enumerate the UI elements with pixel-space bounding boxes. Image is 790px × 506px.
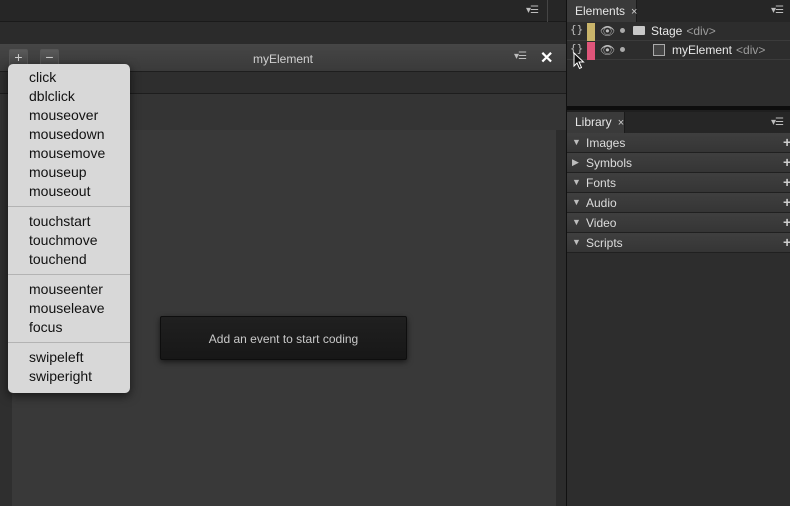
scrollbar[interactable] <box>556 130 566 506</box>
library-tabbar: Library × ▾☰ <box>567 112 790 133</box>
menu-item-event[interactable]: touchstart <box>29 212 90 231</box>
library-section-label: Video <box>586 216 617 230</box>
triangle-down-icon[interactable]: ▼ <box>572 237 581 247</box>
element-tag: <div> <box>736 43 766 57</box>
library-section-label: Symbols <box>586 156 633 170</box>
elements-tabbar: Elements × ▾☰ <box>567 0 790 22</box>
library-section-audio[interactable]: ▼ Audio + <box>567 193 790 213</box>
menu-item-event[interactable]: dblclick <box>29 87 75 106</box>
menu-item-event[interactable]: touchmove <box>29 231 97 250</box>
right-panel-column: Elements × ▾☰ {} 👁 Stage <div> {} 👁 myElem… <box>566 0 790 506</box>
menu-item-event[interactable]: mouseenter <box>29 280 103 299</box>
element-row-stage[interactable]: {} 👁 Stage <div> <box>567 22 790 41</box>
triangle-down-icon[interactable]: ▼ <box>572 217 581 227</box>
library-section-label: Scripts <box>586 236 623 250</box>
tab-elements[interactable]: Elements × <box>567 0 637 22</box>
element-color-swatch <box>587 42 595 60</box>
folder-icon <box>633 26 645 35</box>
panel-menu-icon[interactable]: ▾☰ <box>771 6 784 16</box>
triangle-down-icon[interactable]: ▼ <box>572 137 581 147</box>
library-section-video[interactable]: ▼ Video + <box>567 213 790 233</box>
menu-item-event[interactable]: focus <box>29 318 62 337</box>
library-section-label: Images <box>586 136 626 150</box>
element-name: Stage <div> <box>651 24 716 38</box>
panel-menu-icon[interactable]: ▾☰ <box>514 52 527 62</box>
panel-menu-icon[interactable]: ▾☰ <box>526 6 539 16</box>
eye-icon[interactable]: 👁 <box>600 24 615 38</box>
close-icon[interactable]: ✕ <box>540 48 553 68</box>
divider <box>547 0 548 22</box>
menu-item-event[interactable]: click <box>29 68 56 87</box>
library-section-scripts[interactable]: ▼ Scripts + <box>567 233 790 253</box>
triangle-right-icon[interactable]: ▶ <box>572 157 579 168</box>
element-row-myelement[interactable]: {} 👁 myElement <div> <box>567 41 790 60</box>
lock-dot-icon[interactable] <box>620 28 625 33</box>
menu-separator <box>8 274 130 275</box>
close-icon[interactable]: × <box>631 6 637 18</box>
menu-item-event[interactable]: mousemove <box>29 144 105 163</box>
menu-item-event[interactable]: mouseout <box>29 182 90 201</box>
element-name: myElement <div> <box>672 43 765 57</box>
code-braces-icon[interactable]: {} <box>570 23 583 36</box>
library-sections: ▼ Images + ▶ Symbols + ▼ Fonts + ▼ Audio + ▼ Video + ▼ S… <box>567 133 790 506</box>
menu-item-event[interactable]: swipeleft <box>29 348 83 367</box>
menu-item-event[interactable]: mouseover <box>29 106 98 125</box>
add-icon[interactable]: + <box>783 174 790 190</box>
add-icon[interactable]: + <box>783 214 790 230</box>
triangle-down-icon[interactable]: ▼ <box>572 197 581 207</box>
triangle-down-icon[interactable]: ▼ <box>572 177 581 187</box>
menu-item-event[interactable]: mousedown <box>29 125 105 144</box>
element-label: myElement <box>672 43 733 57</box>
menu-item-event[interactable]: mouseleave <box>29 299 105 318</box>
library-section-symbols[interactable]: ▶ Symbols + <box>567 153 790 173</box>
add-event-hint: Add an event to start coding <box>160 316 407 360</box>
library-section-label: Audio <box>586 196 617 210</box>
panel-separator[interactable] <box>567 106 790 110</box>
tab-label: Library <box>575 115 612 129</box>
events-dropdown-menu: click dblclick mouseover mousedown mousemove… <box>8 64 130 393</box>
menu-separator <box>8 342 130 343</box>
lock-dot-icon[interactable] <box>620 47 625 52</box>
element-color-swatch <box>587 23 595 41</box>
library-section-images[interactable]: ▼ Images + <box>567 133 790 153</box>
tab-library[interactable]: Library × <box>567 112 625 133</box>
element-tag: <div> <box>686 24 716 38</box>
add-icon[interactable]: + <box>783 154 790 170</box>
menu-item-event[interactable]: swiperight <box>29 367 92 386</box>
top-toolbar-strip: ▾☰ <box>0 0 566 22</box>
library-section-fonts[interactable]: ▼ Fonts + <box>567 173 790 193</box>
panel-menu-icon[interactable]: ▾☰ <box>771 118 784 128</box>
close-icon[interactable]: × <box>618 117 624 129</box>
tab-label: Elements <box>575 4 626 18</box>
eye-icon[interactable]: 👁 <box>600 43 615 57</box>
elements-list: {} 👁 Stage <div> {} 👁 myElement <div> <box>567 22 790 106</box>
menu-item-event[interactable]: touchend <box>29 250 87 269</box>
add-icon[interactable]: + <box>783 234 790 250</box>
library-section-label: Fonts <box>586 176 617 190</box>
add-icon[interactable]: + <box>783 194 790 210</box>
add-icon[interactable]: + <box>783 134 790 150</box>
menu-item-event[interactable]: mouseup <box>29 163 87 182</box>
menu-separator <box>8 206 130 207</box>
element-label: Stage <box>651 24 683 38</box>
element-box-icon <box>653 44 665 56</box>
mouse-pointer-icon <box>573 52 585 70</box>
